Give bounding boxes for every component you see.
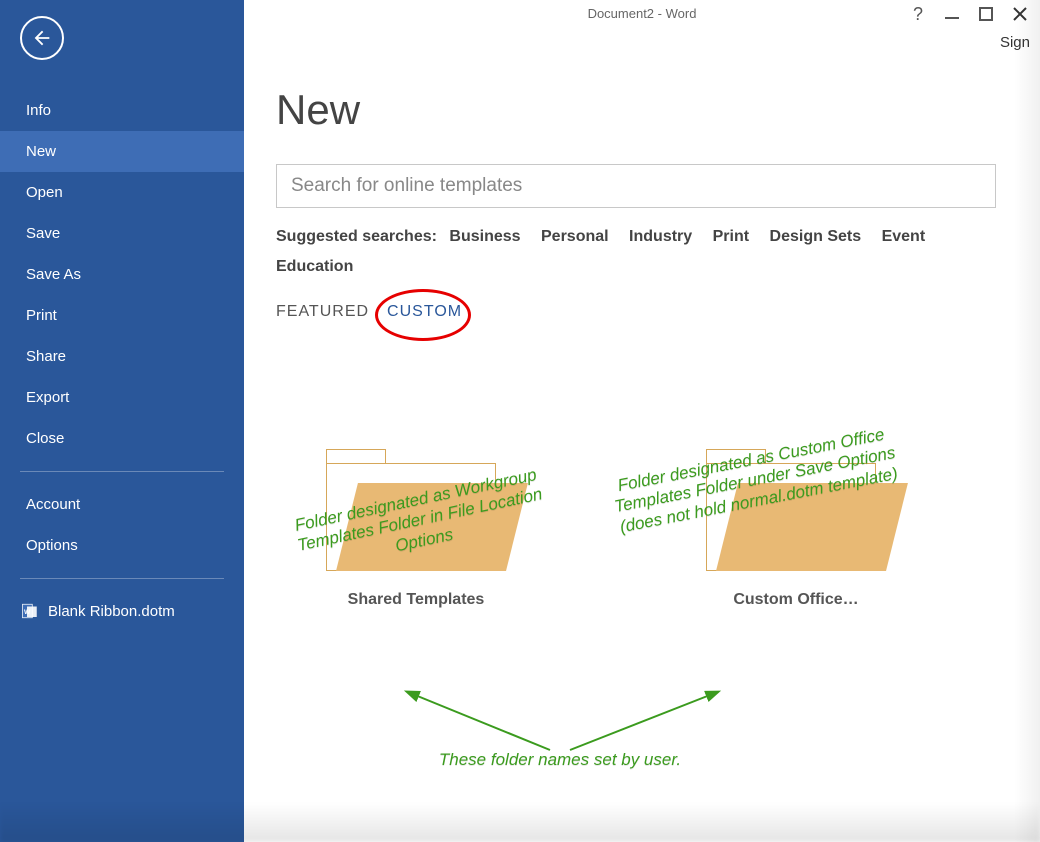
back-button[interactable]	[20, 16, 64, 60]
nav-item-save-as[interactable]: Save As	[0, 254, 244, 295]
suggested-searches: Suggested searches: Business Personal In…	[276, 222, 996, 283]
tab-custom[interactable]: CUSTOM	[387, 303, 462, 321]
word-doc-icon: W	[20, 601, 40, 621]
nav-item-save[interactable]: Save	[0, 213, 244, 254]
nav-item-close[interactable]: Close	[0, 418, 244, 459]
folder-icon	[326, 441, 506, 571]
nav-item-options[interactable]: Options	[0, 525, 244, 566]
search-box[interactable]	[276, 164, 996, 208]
minimize-button[interactable]	[942, 4, 962, 24]
folder-label: Shared Templates	[348, 591, 485, 609]
tab-custom-label: CUSTOM	[387, 303, 462, 320]
nav-item-new[interactable]: New	[0, 131, 244, 172]
tab-featured[interactable]: FEATURED	[276, 303, 369, 321]
recent-doc-label: Blank Ribbon.dotm	[48, 603, 175, 620]
recent-doc[interactable]: W Blank Ribbon.dotm	[0, 591, 244, 631]
search-input[interactable]	[291, 165, 981, 207]
backstage-sidebar: Info New Open Save Save As Print Share E…	[0, 0, 244, 842]
folder-shared-templates[interactable]: Shared Templates	[316, 441, 516, 609]
nav-item-info[interactable]: Info	[0, 90, 244, 131]
suggested-link[interactable]: Event	[882, 228, 926, 245]
page-title: New	[276, 86, 1008, 134]
suggested-link[interactable]: Print	[713, 228, 749, 245]
nav-separator	[20, 471, 224, 472]
nav-item-export[interactable]: Export	[0, 377, 244, 418]
suggested-link[interactable]: Business	[449, 228, 520, 245]
folder-label: Custom Office…	[733, 591, 858, 609]
suggested-link[interactable]: Industry	[629, 228, 692, 245]
arrow-left-icon	[31, 27, 53, 49]
window-title: Document2 - Word	[588, 6, 697, 21]
folder-icon	[706, 441, 886, 571]
nav-item-print[interactable]: Print	[0, 295, 244, 336]
titlebar: Document2 - Word ?	[244, 0, 1040, 26]
help-button[interactable]: ?	[908, 4, 928, 24]
nav-item-open[interactable]: Open	[0, 172, 244, 213]
template-tabs: FEATURED CUSTOM	[276, 303, 1008, 321]
suggested-link[interactable]: Education	[276, 258, 353, 275]
svg-text:W: W	[24, 609, 31, 616]
nav-item-share[interactable]: Share	[0, 336, 244, 377]
suggested-label: Suggested searches:	[276, 228, 437, 245]
nav-separator	[20, 578, 224, 579]
restore-button[interactable]	[976, 4, 996, 24]
suggested-link[interactable]: Design Sets	[770, 228, 862, 245]
suggested-link[interactable]: Personal	[541, 228, 609, 245]
nav-item-account[interactable]: Account	[0, 484, 244, 525]
folder-custom-office[interactable]: Custom Office…	[696, 441, 896, 609]
main-pane: Document2 - Word ? Sign New Su	[244, 0, 1040, 842]
